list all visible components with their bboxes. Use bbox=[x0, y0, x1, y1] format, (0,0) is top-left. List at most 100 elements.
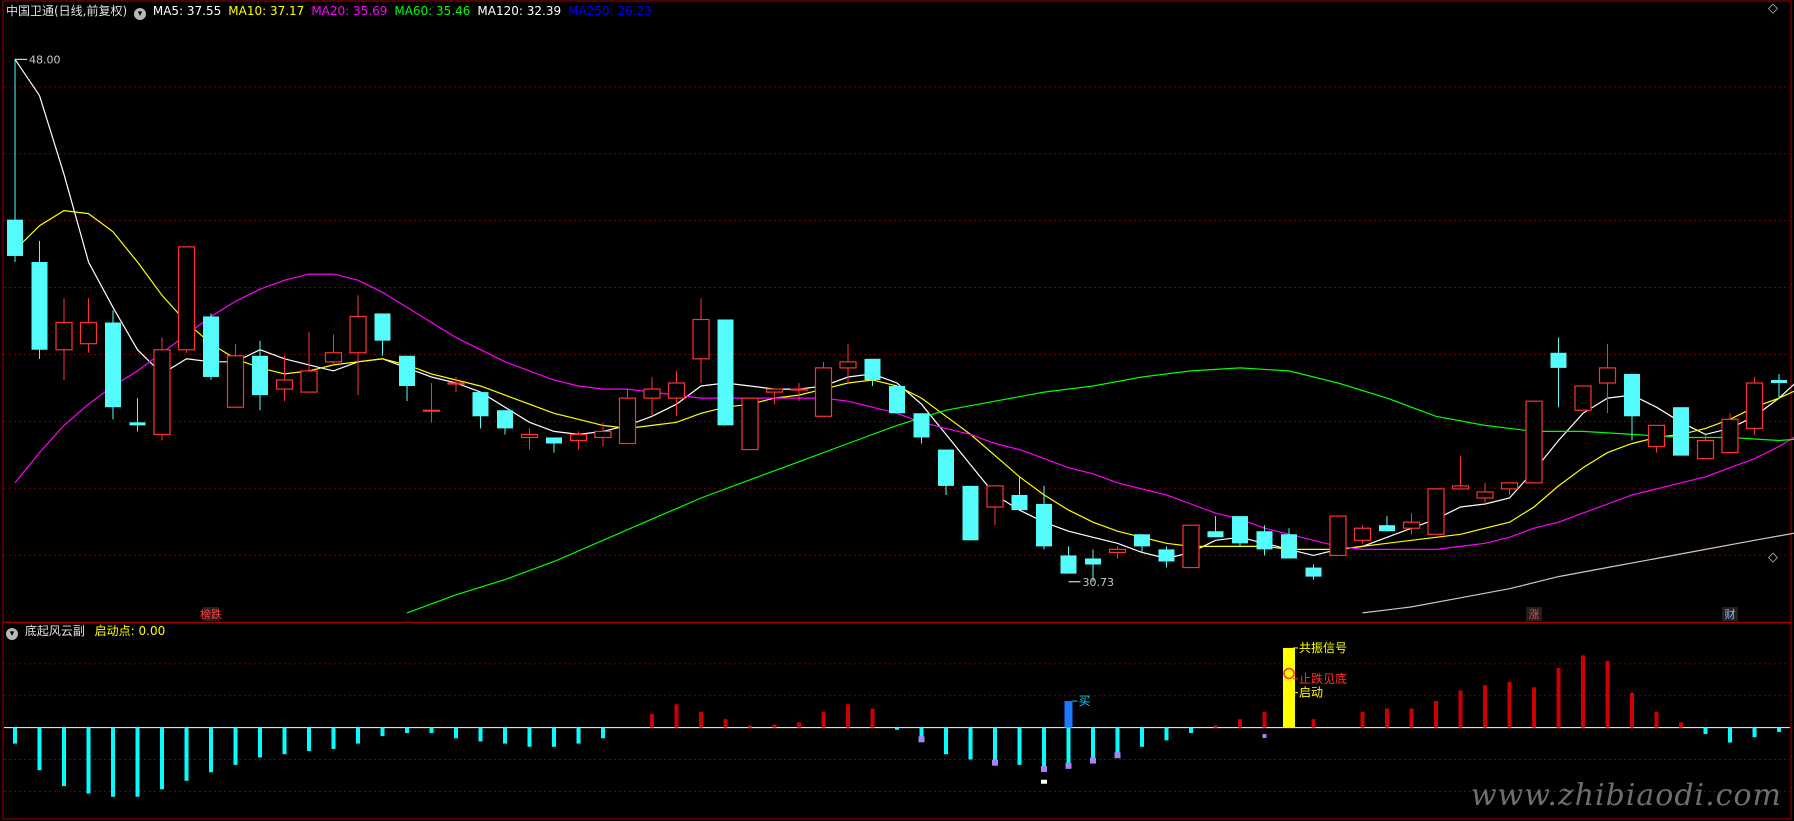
candle-body-down bbox=[717, 319, 734, 426]
ma-legend-item-5: MA250: 26.23 bbox=[568, 4, 652, 18]
candle-body-down bbox=[1158, 549, 1175, 562]
candle-body-up bbox=[741, 397, 759, 451]
indicator-bar bbox=[233, 727, 238, 765]
candle-body-down bbox=[1256, 531, 1273, 550]
event-marker-0: 榜跌 bbox=[200, 607, 222, 621]
indicator-bar bbox=[1752, 727, 1757, 738]
indicator-bar bbox=[1189, 727, 1193, 733]
indicator-bar bbox=[821, 711, 826, 728]
indicator-bar bbox=[111, 727, 115, 797]
indicator-bar bbox=[86, 727, 91, 794]
candle-body-down bbox=[105, 322, 121, 408]
indicator-bar bbox=[1630, 692, 1634, 728]
sub-chart-header: ▾ 底起风云副 启动点: 0.00 bbox=[6, 624, 165, 640]
candle-body-up bbox=[79, 321, 98, 345]
indicator-bar bbox=[135, 727, 140, 797]
indicator-bar bbox=[748, 725, 752, 728]
indicator-bar bbox=[478, 727, 483, 742]
indicator-bar bbox=[527, 727, 532, 747]
candle-body-down bbox=[1085, 558, 1101, 565]
candle-body-down bbox=[962, 485, 979, 541]
indicator-bar bbox=[846, 704, 850, 728]
candle-body-down bbox=[31, 262, 48, 350]
indicator-bar bbox=[772, 724, 777, 728]
indicator-bar bbox=[13, 727, 17, 744]
candle-body-down bbox=[1281, 534, 1297, 559]
candle-body-down bbox=[889, 386, 905, 414]
stock-chart[interactable]: 48.00 30.73 榜跌 涨 财买 共振信号止跌见底启动 bbox=[0, 0, 1794, 821]
price-annotation-0: 48.00 bbox=[29, 53, 61, 66]
candle-body-up bbox=[1108, 548, 1127, 554]
candle-body-down bbox=[1011, 494, 1028, 511]
candle-body-up bbox=[1329, 515, 1347, 557]
indicator-bar bbox=[1679, 722, 1683, 728]
indicator-bar bbox=[1385, 708, 1389, 728]
indicator-bar bbox=[1311, 719, 1316, 728]
candle-body-up bbox=[814, 367, 833, 417]
indicator-bar bbox=[993, 727, 997, 762]
candle-body-down bbox=[1550, 352, 1567, 368]
indicator-bar bbox=[503, 727, 507, 744]
watermark-text: www.zhibiaodi.com bbox=[1470, 778, 1782, 813]
indicator-bar bbox=[1140, 727, 1144, 747]
candle-body-up bbox=[1402, 521, 1421, 529]
indicator-bar bbox=[1042, 727, 1046, 769]
candle-body-down bbox=[1624, 373, 1640, 417]
indicator-bar bbox=[1458, 690, 1463, 728]
indicator-bar bbox=[1115, 727, 1120, 755]
indicator-dot bbox=[1114, 752, 1121, 759]
settings-circle-icon[interactable]: ▾ bbox=[134, 8, 147, 20]
event-marker-1: 涨 bbox=[1529, 608, 1540, 621]
candle-body-up bbox=[520, 433, 539, 439]
candle-body-down bbox=[938, 449, 954, 486]
indicator-bar bbox=[1532, 687, 1536, 728]
indicator-dot-white bbox=[1041, 779, 1047, 784]
candle-body-up bbox=[1476, 491, 1494, 499]
indicator-bar bbox=[258, 727, 262, 758]
indicator-bar bbox=[1556, 668, 1561, 728]
ma-legend-item-0: MA5: 37.55 bbox=[152, 4, 222, 18]
candle-body-up bbox=[1721, 418, 1739, 454]
indicator-bar bbox=[1728, 727, 1732, 743]
sub-expand-diamond-icon[interactable]: ◇ bbox=[1768, 551, 1778, 565]
event-marker-2: 财 bbox=[1725, 607, 1736, 621]
candle-body-up bbox=[790, 388, 808, 391]
ma-legend-item-1: MA10: 37.17 bbox=[228, 4, 305, 18]
ma-legend: MA5: 37.55 MA10: 37.17 MA20: 35.69 MA60: 35… bbox=[153, 4, 659, 18]
candle-body-up bbox=[569, 433, 588, 442]
candle-body-up bbox=[618, 397, 637, 445]
candle-body-down bbox=[497, 410, 513, 429]
candle-body-up bbox=[643, 388, 661, 399]
candle-body-up bbox=[55, 321, 73, 351]
indicator-bar bbox=[1434, 701, 1438, 728]
indicator-bar bbox=[797, 722, 801, 728]
candle-body-up bbox=[839, 361, 857, 369]
candle-body-up bbox=[594, 430, 612, 439]
indicator-bar bbox=[356, 727, 360, 744]
candle-body-up bbox=[1451, 485, 1470, 490]
signal-label-1: 共振信号 bbox=[1299, 641, 1347, 655]
price-annotation-1: 30.73 bbox=[1083, 576, 1115, 589]
sub-settings-circle-icon[interactable]: ▾ bbox=[6, 628, 18, 640]
candle-body-up bbox=[226, 355, 245, 408]
indicator-bar bbox=[723, 719, 728, 728]
indicator-bar bbox=[62, 727, 66, 787]
indicator-bar bbox=[674, 704, 679, 728]
indicator-bar bbox=[1581, 655, 1585, 728]
indicator-bar bbox=[1262, 711, 1267, 728]
candle-body-down bbox=[203, 316, 219, 377]
indicator-bar bbox=[454, 727, 458, 739]
candle-body-up bbox=[1745, 382, 1764, 429]
indicator-dot bbox=[1090, 757, 1096, 764]
candle-body-up bbox=[324, 352, 343, 363]
indicator-bar bbox=[331, 727, 336, 749]
candle-body-down bbox=[1232, 516, 1248, 544]
indicator-title: 底起风云副 bbox=[24, 624, 85, 638]
candle-body-down bbox=[129, 422, 146, 426]
indicator-bar bbox=[601, 727, 605, 739]
expand-diamond-icon[interactable]: ◇ bbox=[1768, 2, 1778, 16]
indicator-bar bbox=[699, 711, 703, 728]
candle-body-down bbox=[864, 358, 881, 380]
ma-legend-item-3: MA60: 35.46 bbox=[394, 4, 471, 18]
signal-label-3: 启动 bbox=[1299, 686, 1323, 700]
